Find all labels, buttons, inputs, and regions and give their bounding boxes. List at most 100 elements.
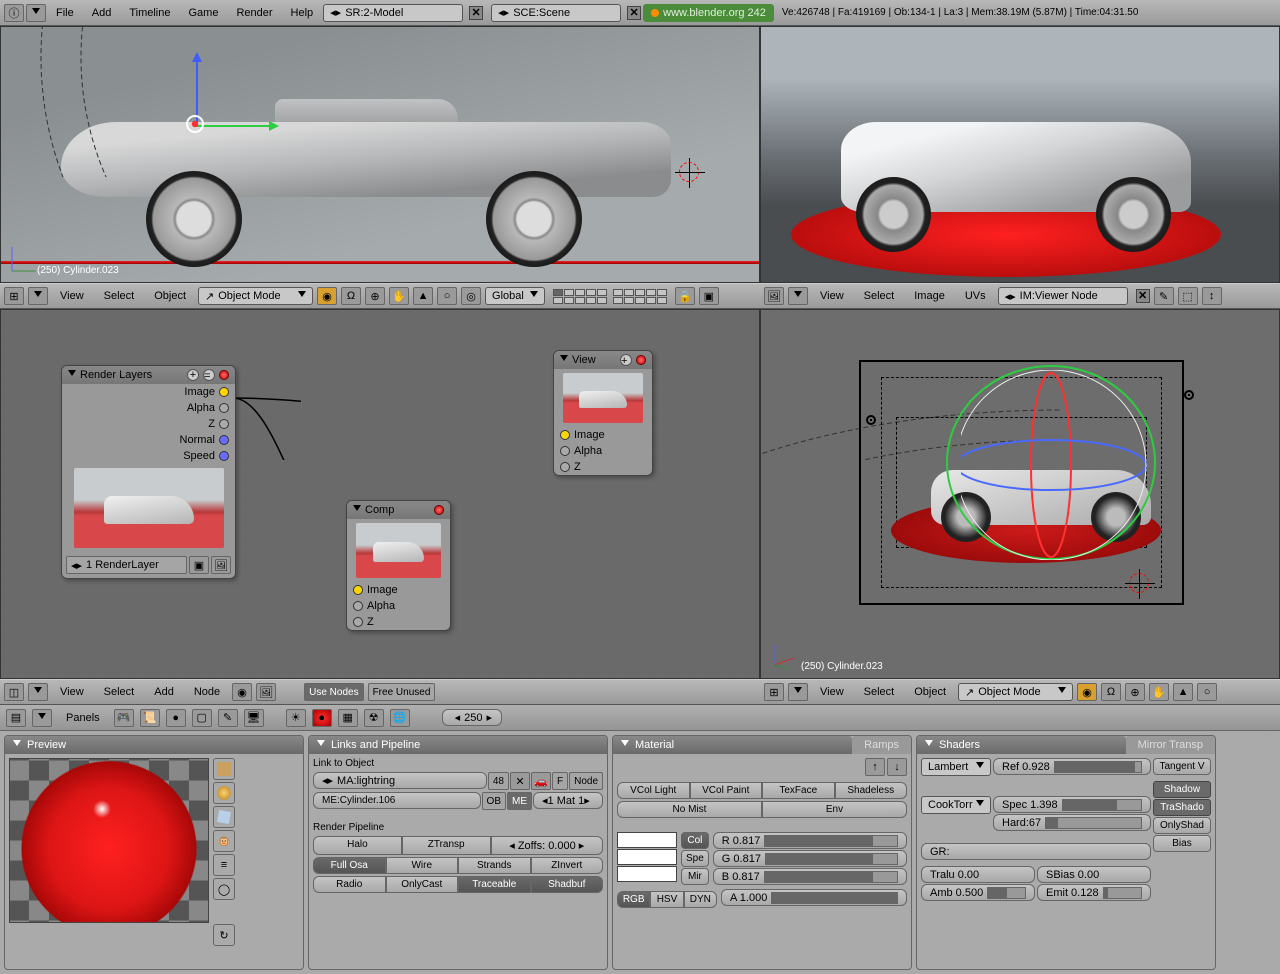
material-name-field[interactable]: ◂▸MA:lightring [313,772,487,789]
onlycast-button[interactable]: OnlyCast [386,876,459,893]
window-type-icon[interactable]: 🖼 [764,287,784,305]
radio-button[interactable]: Radio [313,876,386,893]
hsv-button[interactable]: HSV [650,891,683,908]
screen-field[interactable]: ◂▸SR:2-Model [323,4,463,22]
shade-icon[interactable]: ◉ [1077,683,1097,701]
object-menu[interactable]: Object [906,686,954,698]
me-button[interactable]: ME [507,792,532,810]
hand-icon[interactable]: ✋ [389,287,409,305]
free-unused-button[interactable]: Free Unused [368,683,436,701]
menu-help[interactable]: Help [283,7,322,19]
preview-monkey-icon[interactable]: 🐵 [213,830,235,852]
auto-icon[interactable]: 🚗 [531,772,551,790]
fullosa-button[interactable]: Full Osa [313,857,386,874]
texture-icon[interactable]: ▦ [338,709,358,727]
amb-slider[interactable]: Amb 0.500 [921,884,1035,901]
render-layer-select[interactable]: ◂▸1 RenderLayer [66,556,187,574]
rotation-gizmo-xy[interactable] [961,370,1161,560]
nodes-button[interactable]: Node [569,772,603,790]
add-menu[interactable]: Add [146,686,182,698]
copy-icon[interactable]: ↑ [865,758,885,776]
scene-delete-button[interactable]: ✕ [627,6,641,20]
ref-slider[interactable]: Ref 0.928 [993,758,1151,775]
widget-icon[interactable]: ⊕ [1125,683,1145,701]
layers-widget[interactable] [553,289,667,304]
hand-icon[interactable]: ✋ [1149,683,1169,701]
circle-icon[interactable]: ○ [1197,683,1217,701]
scene-field[interactable]: ◂▸SCE:Scene [491,4,621,22]
editing-icon[interactable]: ✎ [218,709,238,727]
vcol-paint-button[interactable]: VCol Paint [690,782,763,799]
spec-slider[interactable]: Spec 1.398 [993,796,1151,813]
gr-field[interactable]: GR: [921,843,1151,860]
zinvert-button[interactable]: ZInvert [531,857,604,874]
mirror-transp-tab[interactable]: Mirror Transp [1126,736,1215,754]
alpha-slider[interactable]: A 1.000 [721,889,907,906]
diffuse-shader-dropdown[interactable]: Lambert [921,758,991,776]
orientation-dropdown[interactable]: Global [485,287,545,305]
image-editor-view[interactable] [760,26,1280,283]
onlyshad-button[interactable]: OnlyShad [1153,817,1211,834]
info-window-icon[interactable]: ⓘ [4,4,24,22]
radiosity-icon[interactable]: ☢ [364,709,384,727]
widget-icon[interactable]: ⊕ [365,287,385,305]
mesh-name-field[interactable]: ME:Cylinder.106 [313,792,481,809]
material-tree-icon[interactable]: ◉ [232,683,252,701]
menu-file[interactable]: File [48,7,82,19]
wire-button[interactable]: Wire [386,857,459,874]
image-unlink-button[interactable]: ✕ [1136,289,1150,303]
lamp-icon[interactable]: ☀ [286,709,306,727]
node-menu[interactable]: Node [186,686,228,698]
script-icon[interactable]: 📜 [140,709,160,727]
pivot-icon[interactable]: Ω [1101,683,1121,701]
env-button[interactable]: Env [762,801,907,818]
mat-index-field[interactable]: ◂ 1 Mat 1 ▸ [533,792,603,809]
select-menu[interactable]: Select [856,686,903,698]
dyn-button[interactable]: DYN [684,891,717,908]
sync-icon[interactable]: ↕ [1202,287,1222,305]
shadeless-button[interactable]: Shadeless [835,782,908,799]
menu-game[interactable]: Game [180,7,226,19]
mode-dropdown[interactable]: ↗Object Mode [958,683,1073,701]
strands-button[interactable]: Strands [458,857,531,874]
rerender-icon[interactable]: 🖼 [211,556,231,574]
tralu-slider[interactable]: Tralu 0.00 [921,866,1035,883]
trashado-button[interactable]: TraShado [1153,799,1211,816]
col-swatch[interactable] [617,832,677,848]
image-menu[interactable]: Image [906,290,953,302]
material-icon[interactable]: ● [312,709,332,727]
panels-menu[interactable]: Panels [58,712,108,724]
expand-icon[interactable] [788,683,808,701]
menu-render[interactable]: Render [228,7,280,19]
image-field[interactable]: ◂▸IM:Viewer Node [998,287,1128,305]
view-menu[interactable]: View [812,686,852,698]
logic-icon[interactable]: 🎮 [114,709,134,727]
mode-dropdown[interactable]: ↗Object Mode [198,287,313,305]
menu-add[interactable]: Add [84,7,120,19]
shadbuf-button[interactable]: Shadbuf [531,876,604,893]
window-type-icon[interactable]: ⊞ [764,683,784,701]
ob-button[interactable]: OB [482,792,506,810]
vcol-light-button[interactable]: VCol Light [617,782,690,799]
select-menu[interactable]: Select [96,290,143,302]
uv-icon[interactable]: ⬚ [1178,287,1198,305]
expand-icon[interactable] [32,709,52,727]
view-menu[interactable]: View [52,290,92,302]
tri-icon[interactable]: ▲ [413,287,433,305]
snap-icon[interactable]: ◎ [461,287,481,305]
unlink-icon[interactable]: ✕ [510,772,530,790]
paste-icon[interactable]: ↓ [887,758,907,776]
select-menu[interactable]: Select [96,686,143,698]
nomist-button[interactable]: No Mist [617,801,762,818]
node-viewer[interactable]: View+ Image Alpha Z [553,350,653,476]
g-slider[interactable]: G 0.817 [713,850,907,867]
spe-swatch[interactable] [617,849,677,865]
r-slider[interactable]: R 0.817 [713,832,907,849]
col-tab[interactable]: Col [681,832,709,849]
single-layer-icon[interactable]: ▣ [189,556,209,574]
screen-delete-button[interactable]: ✕ [469,6,483,20]
node-editor[interactable]: Render Layers + = Image Alpha Z Normal S… [0,309,760,679]
paint-icon[interactable]: ✎ [1154,287,1174,305]
object-menu[interactable]: Object [146,290,194,302]
pivot-icon[interactable]: Ω [341,287,361,305]
